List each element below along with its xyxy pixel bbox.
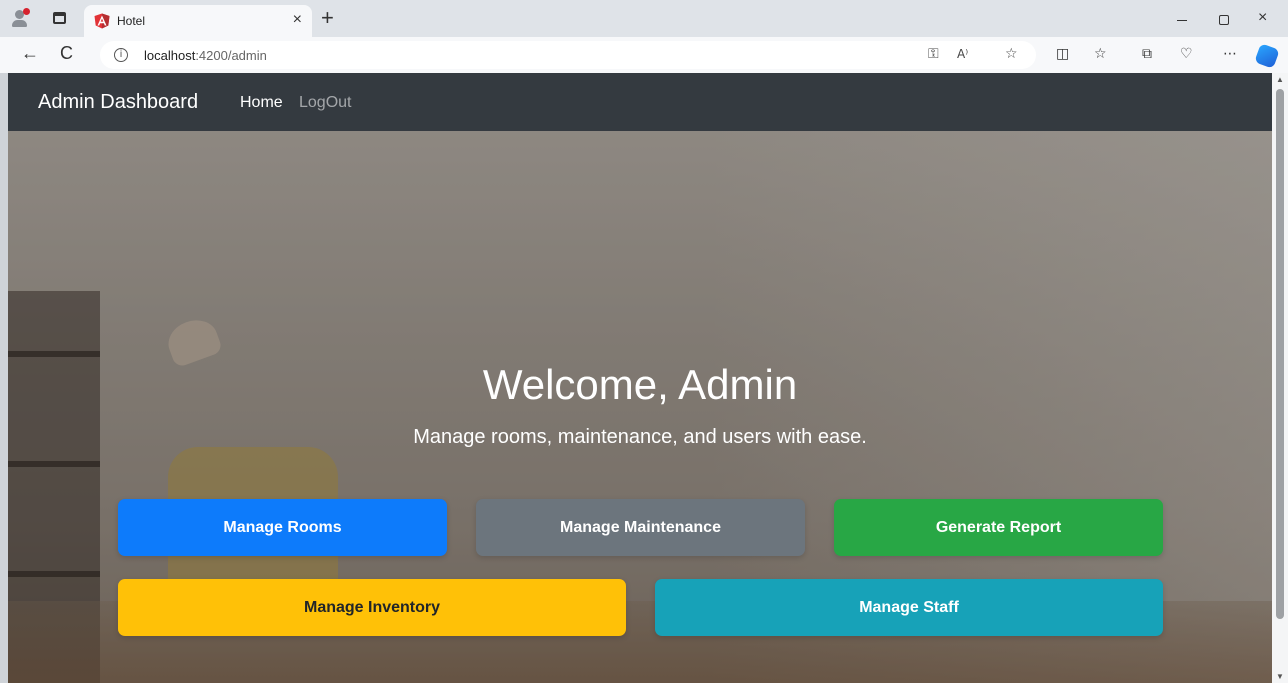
browser-essentials-icon[interactable]: ♡	[1180, 46, 1193, 62]
window-minimize-icon[interactable]	[1177, 20, 1187, 21]
page-viewport: Admin Dashboard Home LogOut Welcome, Adm…	[8, 73, 1272, 683]
window-restore-icon[interactable]	[1219, 15, 1229, 25]
favorites-icon[interactable]: ☆	[1094, 46, 1107, 62]
page-scrollbar[interactable]: ▲ ▼	[1272, 73, 1288, 683]
key-icon[interactable]: ⚿	[928, 46, 939, 62]
scrollbar-thumb[interactable]	[1276, 89, 1284, 619]
window-close-icon[interactable]: ×	[1258, 9, 1267, 27]
welcome-subtitle: Manage rooms, maintenance, and users wit…	[413, 426, 867, 448]
scroll-down-arrow-icon[interactable]: ▼	[1276, 672, 1284, 681]
generate-report-button[interactable]: Generate Report	[834, 499, 1163, 556]
address-bar[interactable]: i localhost:4200/admin ⚿ A⁾ ☆	[100, 41, 1036, 69]
browser-tab-strip: Hotel × + ×	[0, 0, 1288, 37]
manage-staff-button[interactable]: Manage Staff	[655, 579, 1163, 636]
nav-link-logout[interactable]: LogOut	[299, 94, 351, 112]
welcome-title: Welcome, Admin	[482, 361, 798, 408]
browser-toolbar: ← C i localhost:4200/admin ⚿ A⁾ ☆ ◫ ☆ ⧉ …	[0, 37, 1288, 73]
profile-icon[interactable]	[10, 8, 30, 28]
back-arrow-icon[interactable]: ←	[21, 43, 39, 64]
tab-close-icon[interactable]: ×	[293, 10, 302, 30]
browser-tab-active[interactable]: Hotel ×	[84, 5, 312, 37]
url-path: :4200/admin	[195, 48, 267, 63]
reload-icon[interactable]: C	[60, 43, 73, 64]
more-icon[interactable]: ⋯	[1223, 46, 1237, 62]
info-icon[interactable]: i	[114, 48, 128, 62]
manage-rooms-button[interactable]: Manage Rooms	[118, 499, 447, 556]
app-navbar: Admin Dashboard Home LogOut	[8, 73, 1272, 131]
workspaces-icon[interactable]	[53, 12, 66, 24]
scroll-up-arrow-icon[interactable]: ▲	[1276, 75, 1284, 84]
url-host: localhost	[144, 48, 196, 63]
angular-favicon	[94, 13, 110, 29]
copilot-icon[interactable]	[1254, 43, 1280, 69]
favorite-star-icon[interactable]: ☆	[1005, 46, 1018, 62]
collections-icon[interactable]: ⧉	[1142, 46, 1152, 62]
manage-inventory-button[interactable]: Manage Inventory	[118, 579, 626, 636]
new-tab-icon[interactable]: +	[321, 6, 334, 30]
hero-section: Welcome, Admin Manage rooms, maintenance…	[8, 131, 1272, 683]
url-text[interactable]: localhost:4200/admin	[144, 48, 267, 63]
split-screen-icon[interactable]: ◫	[1056, 46, 1069, 62]
manage-maintenance-button[interactable]: Manage Maintenance	[476, 499, 805, 556]
nav-link-home[interactable]: Home	[240, 94, 283, 112]
navbar-brand[interactable]: Admin Dashboard	[38, 91, 198, 114]
read-aloud-icon[interactable]: A⁾	[957, 47, 968, 61]
tab-title: Hotel	[117, 14, 146, 28]
